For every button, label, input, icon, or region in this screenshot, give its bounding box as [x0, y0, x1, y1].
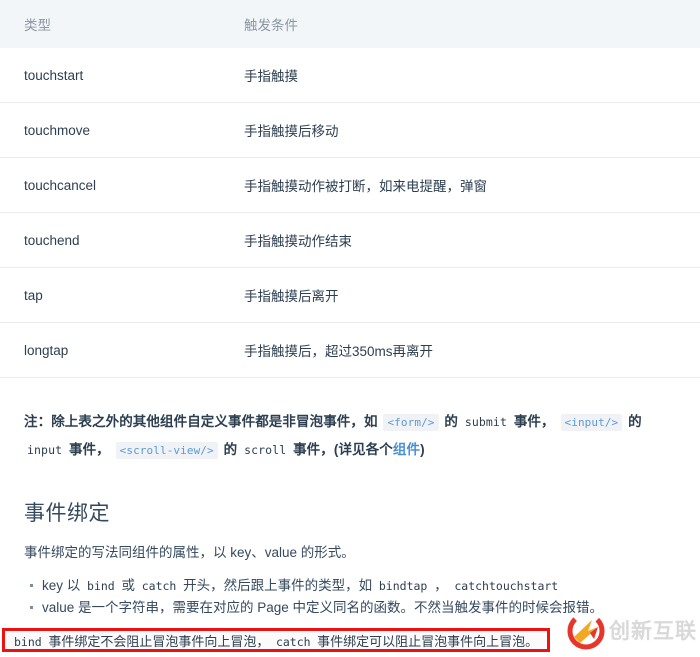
note-text-5: 事件，: [65, 442, 114, 457]
cell-trigger-condition: 手指触摸动作被打断，如来电提醒，弹窗: [244, 157, 700, 213]
highlight-text-2: 事件绑定可以阻止冒泡事件向上冒泡。: [313, 634, 539, 649]
cell-event-type: tap: [0, 267, 244, 323]
bullet-text-3: 开头，然后跟上事件的类型，如: [179, 578, 376, 593]
cell-event-type: touchcancel: [0, 157, 244, 213]
note-text-4: 的: [624, 414, 642, 429]
note-text-8: ): [420, 442, 425, 457]
highlight-text-1: 事件绑定不会阻止冒泡事件向上冒泡，: [44, 634, 273, 649]
table-body: touchstart 手指触摸 touchmove 手指触摸后移动 touchc…: [0, 48, 700, 378]
highlight-text: bind 事件绑定不会阻止冒泡事件向上冒泡， catch 事件绑定可以阻止冒泡事…: [11, 633, 538, 651]
table-row: touchcancel 手指触摸动作被打断，如来电提醒，弹窗: [0, 157, 700, 213]
watermark-text: 创新互联: [609, 619, 697, 643]
section-lead-text: 事件绑定的写法同组件的属性，以 key、value 的形式。: [24, 545, 355, 560]
binding-rules-list: key 以 bind 或 catch 开头，然后跟上事件的类型，如 bindta…: [24, 575, 603, 618]
cell-trigger-condition: 手指触摸后，超过350ms再离开: [244, 322, 700, 378]
note-text-1: 注：除上表之外的其他组件自定义事件都是非冒泡事件，如: [24, 414, 382, 429]
note-text-3: 事件，: [509, 414, 559, 429]
table-row: touchend 手指触摸动作结束: [0, 212, 700, 268]
page-root: 类型 触发条件 touchstart 手指触摸 touchmove 手指触摸后移…: [0, 0, 700, 657]
page-title: 事件绑定: [24, 502, 110, 525]
cell-event-type: longtap: [0, 322, 244, 378]
code-input-event: input: [27, 443, 63, 457]
code-bind-highlight: bind: [14, 635, 42, 649]
cell-trigger-condition: 手指触摸: [244, 48, 700, 103]
event-type-table: 类型 触发条件 touchstart 手指触摸 touchmove 手指触摸后移…: [0, 0, 700, 378]
code-catchtouchstart: catchtouchstart: [454, 579, 559, 593]
column-header-type: 类型: [24, 18, 51, 33]
cell-trigger-condition: 手指触摸动作结束: [244, 212, 700, 268]
cell-event-type: touchend: [0, 212, 244, 268]
table-header-row: 类型 触发条件: [0, 0, 700, 48]
code-scroll-view-tag: <scroll-view/>: [115, 442, 218, 459]
cell-trigger-condition: 手指触摸后离开: [244, 267, 700, 323]
bullet-text-2: 或: [117, 578, 139, 593]
bullet-text-4: ，: [430, 578, 452, 593]
column-header-condition: 触发条件: [244, 18, 298, 33]
code-scroll-event: scroll: [244, 443, 287, 457]
list-item: value 是一个字符串，需要在对应的 Page 中定义同名的函数。不然当触发事…: [29, 597, 604, 618]
bullet-text-1: value 是一个字符串，需要在对应的 Page 中定义同名的函数。不然当触发事…: [42, 600, 604, 615]
bullet-text-1: key 以: [42, 578, 85, 593]
code-input-tag: <input/>: [560, 414, 623, 431]
code-form-tag: <form/>: [383, 414, 439, 431]
table-row: longtap 手指触摸后，超过350ms再离开: [0, 322, 700, 378]
code-submit: submit: [464, 415, 507, 429]
note-paragraph: 注：除上表之外的其他组件自定义事件都是非冒泡事件，如 <form/> 的 sub…: [0, 408, 700, 464]
list-item: key 以 bind 或 catch 开头，然后跟上事件的类型，如 bindta…: [29, 575, 603, 597]
component-link[interactable]: 组件: [393, 442, 420, 457]
note-text-7: 事件，(详见各个: [289, 442, 393, 457]
highlight-callout-box: bind 事件绑定不会阻止冒泡事件向上冒泡， catch 事件绑定可以阻止冒泡事…: [2, 628, 550, 652]
table-row: touchmove 手指触摸后移动: [0, 102, 700, 158]
note-text-6: 的: [219, 442, 242, 457]
table-row: touchstart 手指触摸: [0, 48, 700, 103]
cell-event-type: touchstart: [0, 48, 244, 103]
note-text-2: 的: [440, 414, 462, 429]
cell-event-type: touchmove: [0, 102, 244, 158]
table-header: 类型 触发条件: [0, 0, 700, 48]
cell-trigger-condition: 手指触摸后移动: [244, 102, 700, 158]
code-bindtap: bindtap: [378, 579, 428, 593]
table-row: tap 手指触摸后离开: [0, 267, 700, 323]
code-catch-highlight: catch: [275, 635, 311, 649]
code-catch: catch: [141, 579, 177, 593]
code-bind: bind: [87, 579, 115, 593]
